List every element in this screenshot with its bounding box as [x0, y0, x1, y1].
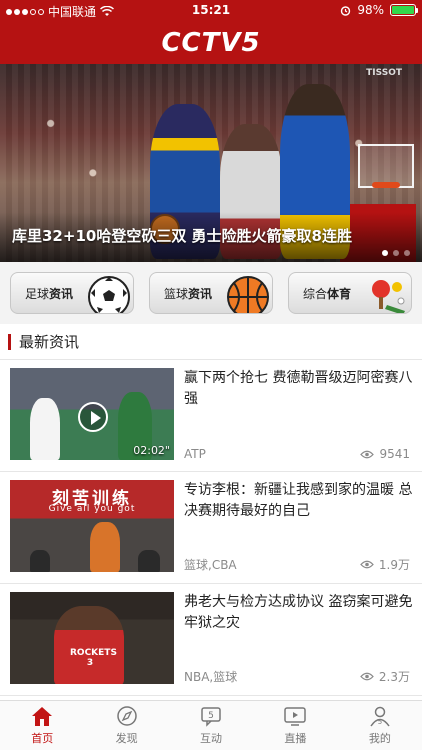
svg-text:5: 5: [378, 718, 382, 726]
multi-sport-icon: [372, 280, 405, 313]
news-title[interactable]: 专访李根：新疆让我感到家的温暖 总决赛期待最好的自己: [184, 480, 414, 522]
video-duration: 02:02": [133, 444, 170, 457]
pager-dot[interactable]: [393, 250, 399, 256]
tab-label: 互动: [200, 732, 223, 745]
news-views: 2.3万: [360, 668, 410, 685]
thumbnail-figure: [90, 522, 120, 572]
news-thumbnail[interactable]: 刻苦训练 Give all you got: [10, 480, 174, 572]
status-bar: 中国联通 15:21 98%: [0, 0, 422, 22]
news-title[interactable]: 赢下两个抢七 费德勒晋级迈阿密赛八强: [184, 368, 414, 410]
profile-icon: 5: [370, 706, 390, 727]
news-views: 1.9万: [360, 556, 410, 573]
news-title[interactable]: 弗老大与检方达成协议 盗窃案可避免牢狱之灾: [184, 592, 414, 634]
bottom-tab-bar: 首页 发现 5 互动 直播 5 我的: [0, 700, 422, 750]
tab-interact[interactable]: 5 互动: [169, 701, 253, 750]
eye-icon: [360, 450, 375, 458]
category-row: 足球资讯 篮球资讯 综合体育: [0, 262, 422, 324]
category-soccer-label: 足球资讯: [25, 286, 74, 301]
tab-label: 直播: [284, 732, 307, 745]
views-count: 9541: [379, 447, 410, 461]
tab-profile[interactable]: 5 我的: [338, 701, 422, 750]
category-general-label: 综合体育: [303, 286, 352, 301]
tab-live[interactable]: 直播: [253, 701, 337, 750]
thumbnail-figure: [30, 550, 50, 572]
eye-icon: [360, 672, 374, 681]
tv-icon: [284, 707, 307, 726]
carousel-pager[interactable]: [382, 250, 410, 256]
hero-sponsor-tag: TISSOT: [366, 68, 402, 78]
battery-level: [392, 6, 414, 14]
tab-label: 首页: [31, 732, 54, 745]
section-header: 最新资讯: [0, 324, 422, 360]
thumbnail-figure: [54, 606, 124, 684]
views-count: 2.3万: [378, 670, 410, 684]
category-general-button[interactable]: 综合体育: [288, 272, 412, 314]
news-item[interactable]: 02:02" 赢下两个抢七 费德勒晋级迈阿密赛八强 ATP 9541: [0, 360, 422, 472]
battery-percent: 98%: [357, 3, 384, 17]
tab-home[interactable]: 首页: [0, 701, 84, 750]
svg-text:5: 5: [208, 711, 214, 721]
pager-dot[interactable]: [404, 250, 410, 256]
tab-discover[interactable]: 发现: [84, 701, 168, 750]
eye-icon: [360, 560, 374, 569]
section-title: 最新资讯: [19, 333, 80, 351]
news-tags: 篮球,CBA: [184, 558, 237, 572]
pager-dot[interactable]: [382, 250, 388, 256]
hoop-rim: [372, 182, 400, 188]
news-tags: NBA,篮球: [184, 670, 238, 684]
category-basketball-label: 篮球资讯: [164, 286, 213, 301]
news-item[interactable]: 刻苦训练 Give all you got 专访李根：新疆让我感到家的温暖 总决…: [0, 472, 422, 584]
battery-icon: [390, 4, 418, 16]
news-views: 9541: [360, 447, 410, 461]
thumbnail-figure: [138, 550, 160, 572]
status-right: 98%: [340, 3, 418, 17]
hero-carousel[interactable]: TISSOT 库里32+10哈登空砍三双 勇士险胜火箭豪取8连胜: [0, 64, 422, 262]
news-tags: ATP: [184, 447, 206, 461]
play-icon[interactable]: [78, 402, 108, 432]
views-count: 1.9万: [378, 558, 410, 572]
chat-icon: 5: [201, 707, 221, 727]
alarm-icon: [341, 5, 351, 16]
section-accent-bar: [8, 333, 11, 350]
news-thumbnail[interactable]: ROCKETS 3: [10, 592, 174, 684]
compass-icon: [116, 706, 137, 726]
hero-caption[interactable]: 库里32+10哈登空砍三双 勇士险胜火箭豪取8连胜: [12, 225, 352, 246]
thumbnail-jersey-text: ROCKETS 3: [70, 648, 117, 668]
category-basketball-button[interactable]: 篮球资讯: [149, 272, 273, 314]
home-icon: [32, 707, 53, 726]
tab-label: 我的: [368, 732, 391, 745]
news-item[interactable]: ROCKETS 3 弗老大与检方达成协议 盗窃案可避免牢狱之灾 NBA,篮球 2…: [0, 584, 422, 696]
category-soccer-button[interactable]: 足球资讯: [10, 272, 134, 314]
app-logo: CCTV5: [161, 28, 261, 58]
news-thumbnail[interactable]: 02:02": [10, 368, 174, 460]
soccer-ball-icon: [88, 276, 130, 313]
tab-label: 发现: [115, 732, 138, 745]
basketball-icon: [227, 276, 269, 313]
thumbnail-banner-subtext: Give all you got: [48, 504, 136, 514]
header-bar: 中国联通 15:21 98% CCTV5: [0, 0, 422, 64]
thumbnail-figure: [30, 398, 60, 460]
